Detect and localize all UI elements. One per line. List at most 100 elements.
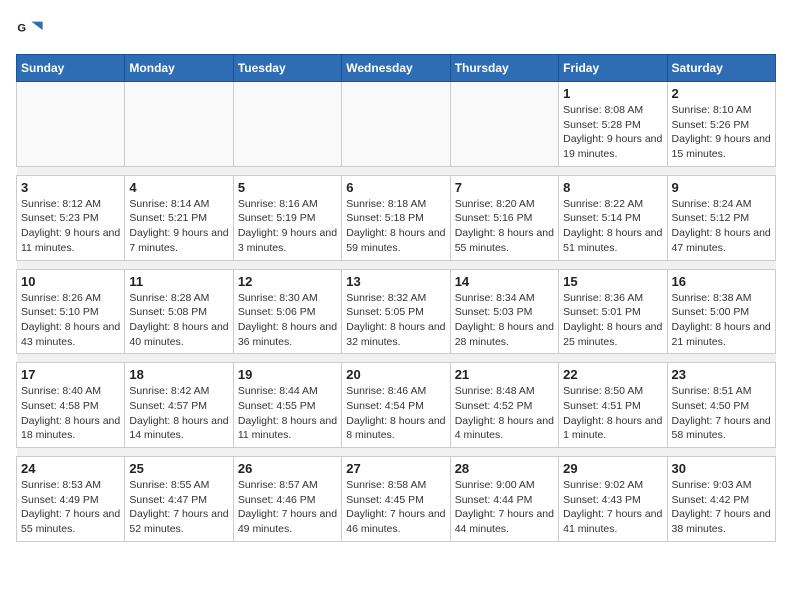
- week-row-1: 1 Sunrise: 8:08 AM Sunset: 5:28 PM Daylig…: [17, 82, 776, 167]
- day-number: 24: [21, 461, 120, 476]
- day-info: Sunrise: 9:03 AM Sunset: 4:42 PM Dayligh…: [672, 478, 771, 537]
- logo-icon: G: [16, 16, 44, 44]
- day-cell: 2 Sunrise: 8:10 AM Sunset: 5:26 PM Daylig…: [667, 82, 775, 167]
- day-info: Sunrise: 8:28 AM Sunset: 5:08 PM Dayligh…: [129, 291, 228, 350]
- day-info: Sunrise: 8:30 AM Sunset: 5:06 PM Dayligh…: [238, 291, 337, 350]
- day-info: Sunrise: 8:44 AM Sunset: 4:55 PM Dayligh…: [238, 384, 337, 443]
- day-cell: 15 Sunrise: 8:36 AM Sunset: 5:01 PM Dayli…: [559, 269, 667, 354]
- day-cell: 12 Sunrise: 8:30 AM Sunset: 5:06 PM Dayli…: [233, 269, 341, 354]
- day-cell: [233, 82, 341, 167]
- day-info: Sunrise: 8:36 AM Sunset: 5:01 PM Dayligh…: [563, 291, 662, 350]
- week-separator: [17, 354, 776, 363]
- day-info: Sunrise: 8:58 AM Sunset: 4:45 PM Dayligh…: [346, 478, 445, 537]
- day-number: 28: [455, 461, 554, 476]
- day-number: 25: [129, 461, 228, 476]
- day-cell: 14 Sunrise: 8:34 AM Sunset: 5:03 PM Dayli…: [450, 269, 558, 354]
- day-info: Sunrise: 8:16 AM Sunset: 5:19 PM Dayligh…: [238, 197, 337, 256]
- page-header: G: [16, 16, 776, 44]
- week-separator: [17, 448, 776, 457]
- column-header-saturday: Saturday: [667, 55, 775, 82]
- column-header-wednesday: Wednesday: [342, 55, 450, 82]
- day-cell: 3 Sunrise: 8:12 AM Sunset: 5:23 PM Daylig…: [17, 175, 125, 260]
- day-number: 9: [672, 180, 771, 195]
- week-row-5: 24 Sunrise: 8:53 AM Sunset: 4:49 PM Dayli…: [17, 457, 776, 542]
- day-number: 29: [563, 461, 662, 476]
- day-cell: 13Sunrise: 8:32 AM Sunset: 5:05 PM Dayli…: [342, 269, 450, 354]
- day-cell: 4Sunrise: 8:14 AM Sunset: 5:21 PM Daylig…: [125, 175, 233, 260]
- header-row: SundayMondayTuesdayWednesdayThursdayFrid…: [17, 55, 776, 82]
- day-number: 5: [238, 180, 337, 195]
- column-header-tuesday: Tuesday: [233, 55, 341, 82]
- day-number: 18: [129, 367, 228, 382]
- week-row-3: 10Sunrise: 8:26 AM Sunset: 5:10 PM Dayli…: [17, 269, 776, 354]
- day-info: Sunrise: 8:12 AM Sunset: 5:23 PM Dayligh…: [21, 197, 120, 256]
- day-info: Sunrise: 8:14 AM Sunset: 5:21 PM Dayligh…: [129, 197, 228, 256]
- day-cell: 8Sunrise: 8:22 AM Sunset: 5:14 PM Daylig…: [559, 175, 667, 260]
- day-info: Sunrise: 8:55 AM Sunset: 4:47 PM Dayligh…: [129, 478, 228, 537]
- day-info: Sunrise: 8:57 AM Sunset: 4:46 PM Dayligh…: [238, 478, 337, 537]
- day-cell: 7Sunrise: 8:20 AM Sunset: 5:16 PM Daylig…: [450, 175, 558, 260]
- day-cell: 1 Sunrise: 8:08 AM Sunset: 5:28 PM Daylig…: [559, 82, 667, 167]
- day-cell: 16 Sunrise: 8:38 AM Sunset: 5:00 PM Dayli…: [667, 269, 775, 354]
- day-cell: 11 Sunrise: 8:28 AM Sunset: 5:08 PM Dayli…: [125, 269, 233, 354]
- day-number: 1: [563, 86, 662, 101]
- day-info: Sunrise: 8:53 AM Sunset: 4:49 PM Dayligh…: [21, 478, 120, 537]
- column-header-friday: Friday: [559, 55, 667, 82]
- day-info: Sunrise: 9:02 AM Sunset: 4:43 PM Dayligh…: [563, 478, 662, 537]
- day-info: Sunrise: 8:08 AM Sunset: 5:28 PM Dayligh…: [563, 103, 662, 162]
- column-header-sunday: Sunday: [17, 55, 125, 82]
- day-number: 6: [346, 180, 445, 195]
- day-number: 12: [238, 274, 337, 289]
- column-header-monday: Monday: [125, 55, 233, 82]
- day-info: Sunrise: 8:10 AM Sunset: 5:26 PM Dayligh…: [672, 103, 771, 162]
- day-info: Sunrise: 8:18 AM Sunset: 5:18 PM Dayligh…: [346, 197, 445, 256]
- week-separator: [17, 166, 776, 175]
- day-info: Sunrise: 8:20 AM Sunset: 5:16 PM Dayligh…: [455, 197, 554, 256]
- day-cell: [17, 82, 125, 167]
- day-cell: 18 Sunrise: 8:42 AM Sunset: 4:57 PM Dayli…: [125, 363, 233, 448]
- day-number: 10: [21, 274, 120, 289]
- day-number: 16: [672, 274, 771, 289]
- day-number: 14: [455, 274, 554, 289]
- svg-text:G: G: [17, 22, 26, 34]
- week-separator: [17, 260, 776, 269]
- column-header-thursday: Thursday: [450, 55, 558, 82]
- day-number: 2: [672, 86, 771, 101]
- day-cell: 21 Sunrise: 8:48 AM Sunset: 4:52 PM Dayli…: [450, 363, 558, 448]
- day-cell: 25 Sunrise: 8:55 AM Sunset: 4:47 PM Dayli…: [125, 457, 233, 542]
- day-info: Sunrise: 8:34 AM Sunset: 5:03 PM Dayligh…: [455, 291, 554, 350]
- day-info: Sunrise: 8:48 AM Sunset: 4:52 PM Dayligh…: [455, 384, 554, 443]
- day-info: Sunrise: 8:42 AM Sunset: 4:57 PM Dayligh…: [129, 384, 228, 443]
- day-info: Sunrise: 8:38 AM Sunset: 5:00 PM Dayligh…: [672, 291, 771, 350]
- day-cell: 20Sunrise: 8:46 AM Sunset: 4:54 PM Dayli…: [342, 363, 450, 448]
- day-cell: 6 Sunrise: 8:18 AM Sunset: 5:18 PM Daylig…: [342, 175, 450, 260]
- day-cell: 24 Sunrise: 8:53 AM Sunset: 4:49 PM Dayli…: [17, 457, 125, 542]
- day-cell: 9 Sunrise: 8:24 AM Sunset: 5:12 PM Daylig…: [667, 175, 775, 260]
- day-info: Sunrise: 8:32 AM Sunset: 5:05 PM Dayligh…: [346, 291, 445, 350]
- day-number: 17: [21, 367, 120, 382]
- day-number: 3: [21, 180, 120, 195]
- day-number: 11: [129, 274, 228, 289]
- day-cell: 29 Sunrise: 9:02 AM Sunset: 4:43 PM Dayli…: [559, 457, 667, 542]
- day-info: Sunrise: 8:51 AM Sunset: 4:50 PM Dayligh…: [672, 384, 771, 443]
- day-cell: 23 Sunrise: 8:51 AM Sunset: 4:50 PM Dayli…: [667, 363, 775, 448]
- day-cell: 19Sunrise: 8:44 AM Sunset: 4:55 PM Dayli…: [233, 363, 341, 448]
- day-number: 23: [672, 367, 771, 382]
- day-number: 26: [238, 461, 337, 476]
- week-row-2: 3 Sunrise: 8:12 AM Sunset: 5:23 PM Daylig…: [17, 175, 776, 260]
- day-info: Sunrise: 8:40 AM Sunset: 4:58 PM Dayligh…: [21, 384, 120, 443]
- logo: G: [16, 16, 48, 44]
- day-cell: 26 Sunrise: 8:57 AM Sunset: 4:46 PM Dayli…: [233, 457, 341, 542]
- calendar-table: SundayMondayTuesdayWednesdayThursdayFrid…: [16, 54, 776, 542]
- day-number: 30: [672, 461, 771, 476]
- day-info: Sunrise: 8:50 AM Sunset: 4:51 PM Dayligh…: [563, 384, 662, 443]
- day-cell: 28 Sunrise: 9:00 AM Sunset: 4:44 PM Dayli…: [450, 457, 558, 542]
- day-info: Sunrise: 9:00 AM Sunset: 4:44 PM Dayligh…: [455, 478, 554, 537]
- day-number: 15: [563, 274, 662, 289]
- day-number: 27: [346, 461, 445, 476]
- day-info: Sunrise: 8:24 AM Sunset: 5:12 PM Dayligh…: [672, 197, 771, 256]
- day-cell: 30 Sunrise: 9:03 AM Sunset: 4:42 PM Dayli…: [667, 457, 775, 542]
- day-cell: 5 Sunrise: 8:16 AM Sunset: 5:19 PM Daylig…: [233, 175, 341, 260]
- day-info: Sunrise: 8:22 AM Sunset: 5:14 PM Dayligh…: [563, 197, 662, 256]
- day-number: 21: [455, 367, 554, 382]
